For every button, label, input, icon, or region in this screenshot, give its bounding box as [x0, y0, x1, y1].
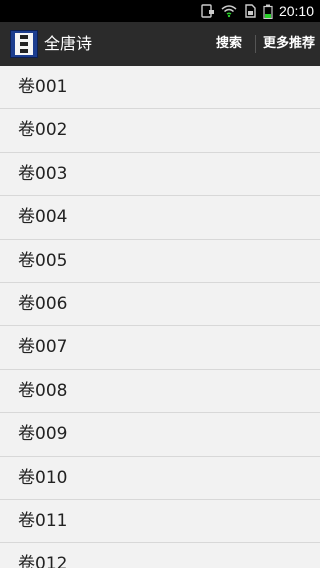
- app-icon[interactable]: [10, 30, 38, 58]
- list-item[interactable]: 卷009: [0, 413, 320, 457]
- volume-list[interactable]: 卷001 卷002 卷003 卷004 卷005 卷006 卷007 卷008 …: [0, 66, 320, 568]
- list-item[interactable]: 卷002: [0, 109, 320, 153]
- status-bar: 20:10: [0, 0, 320, 22]
- list-item[interactable]: 卷012: [0, 543, 320, 568]
- list-item[interactable]: 卷010: [0, 456, 320, 500]
- app-logo-seal: [15, 33, 33, 55]
- list-item[interactable]: 卷011: [0, 499, 320, 544]
- list-item[interactable]: 卷007: [0, 326, 320, 370]
- list-item[interactable]: 卷005: [0, 239, 320, 283]
- more-recommendations-button[interactable]: 更多推荐: [263, 22, 315, 66]
- wifi-icon: [221, 3, 237, 19]
- list-item[interactable]: 卷004: [0, 196, 320, 240]
- battery-icon: [263, 3, 273, 19]
- list-item[interactable]: 卷006: [0, 282, 320, 327]
- list-item[interactable]: 卷003: [0, 152, 320, 197]
- action-divider: [255, 35, 256, 53]
- notification-icon: [201, 3, 215, 19]
- page-title: 全唐诗: [44, 34, 93, 53]
- status-time: 20:10: [278, 3, 314, 19]
- search-button[interactable]: 搜索: [216, 22, 242, 66]
- action-bar: 全唐诗 搜索 更多推荐: [0, 22, 320, 66]
- list-item[interactable]: 卷001: [0, 66, 320, 110]
- list-item[interactable]: 卷008: [0, 369, 320, 414]
- sim-icon: [243, 3, 257, 19]
